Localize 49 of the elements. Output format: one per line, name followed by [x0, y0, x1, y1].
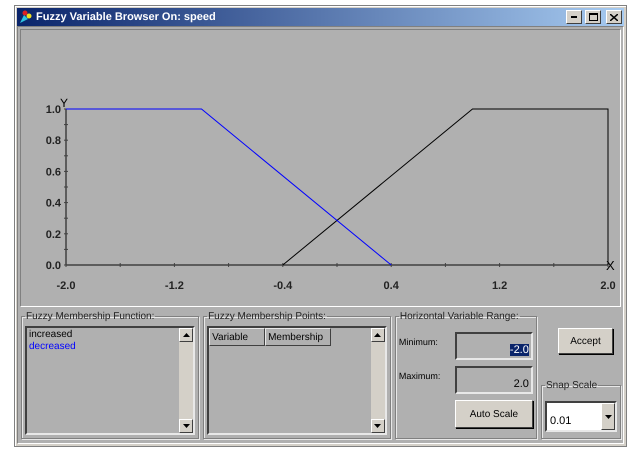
input-field[interactable]: -2.0 [454, 332, 533, 360]
maximize-icon [588, 13, 598, 21]
column-header[interactable]: Variable [209, 328, 266, 346]
auto-scale-button[interactable]: Auto Scale [454, 400, 533, 428]
x-tick-label: 0.4 [384, 280, 399, 292]
x-tick-label: 1.2 [492, 280, 508, 292]
y-tick-label: 0.4 [46, 198, 61, 210]
window-title: Fuzzy Variable Browser On: speed [36, 11, 217, 23]
scrollbar[interactable] [179, 328, 194, 433]
down-arrow-icon [374, 424, 382, 428]
group-label: Horizontal Variable Range: [398, 311, 520, 322]
y-tick-label: 0.0 [46, 260, 61, 272]
y-tick-label: 1.0 [46, 104, 61, 116]
y-tick-label: 0.2 [46, 228, 61, 241]
x-tick-label: -0.4 [273, 280, 292, 292]
list-item[interactable]: increased [29, 329, 178, 341]
scroll-up-button[interactable] [179, 328, 194, 342]
group-label: Snap Scale [545, 380, 598, 391]
close-icon [610, 14, 618, 20]
scroll-down-button[interactable] [179, 419, 194, 433]
down-arrow-icon [604, 414, 612, 418]
group-label: Fuzzy Membership Points: [207, 311, 327, 322]
y-axis-label: Y [60, 96, 68, 110]
scroll-up-button[interactable] [370, 328, 385, 342]
x-tick-label: 2.0 [600, 280, 616, 292]
app-icon [19, 10, 33, 24]
up-arrow-icon [182, 333, 190, 337]
minimize-icon [571, 16, 577, 18]
maximize-button[interactable] [585, 10, 601, 24]
scroll-down-button[interactable] [370, 419, 385, 433]
close-button[interactable] [606, 10, 622, 24]
y-tick-label: 0.6 [46, 166, 61, 178]
column-header[interactable]: Membership [265, 328, 332, 346]
function-list[interactable]: increased decreased [25, 326, 196, 435]
x-tick-label: -1.2 [164, 280, 184, 292]
down-arrow-icon [182, 424, 190, 428]
list-item[interactable]: decreased [29, 341, 178, 353]
field-label: Minimum: [398, 336, 439, 347]
input-field[interactable]: 2.0 [454, 366, 533, 394]
dropdown-button[interactable] [601, 403, 615, 430]
up-arrow-icon [374, 333, 382, 337]
group-label: Fuzzy Membership Function: [25, 311, 156, 322]
field-label: Maximum: [398, 370, 442, 381]
scrollbar[interactable] [370, 328, 385, 433]
y-tick-label: 0.8 [46, 135, 61, 148]
accept-button[interactable]: Accept [558, 328, 613, 354]
snap-scale-dropdown[interactable]: 0.01 [545, 401, 617, 432]
minimize-button[interactable] [566, 10, 582, 24]
x-tick-label: -2.0 [56, 280, 76, 292]
